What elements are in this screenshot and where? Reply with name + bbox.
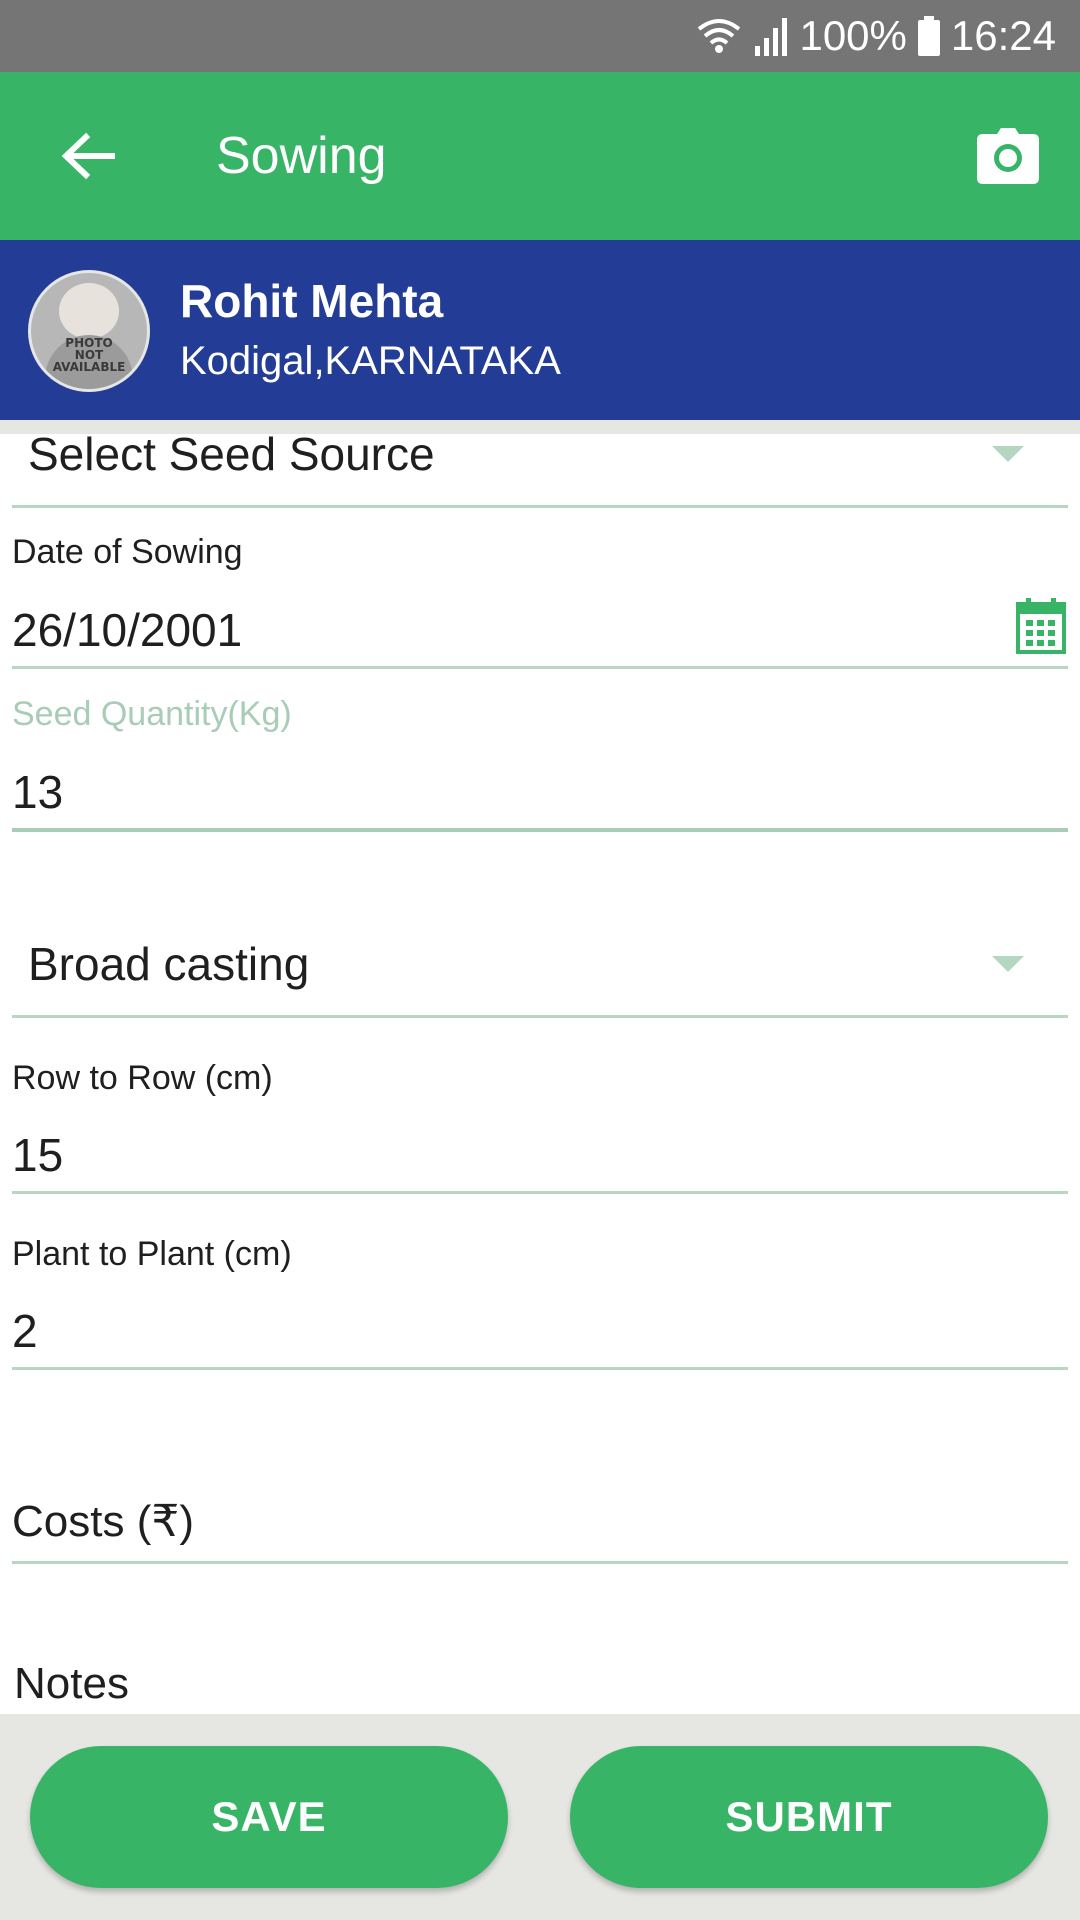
calendar-icon[interactable] [1016, 598, 1066, 654]
costs-field[interactable]: Costs (₹) [12, 1494, 194, 1550]
plant-to-plant-field[interactable]: 2 [12, 1303, 38, 1359]
avatar-placeholder-text: PHOTO NOT AVAILABLE [52, 336, 126, 374]
save-button[interactable]: SAVE [30, 1746, 508, 1888]
date-of-sowing-label: Date of Sowing [12, 533, 243, 571]
row-to-row-label: Row to Row (cm) [12, 1059, 273, 1097]
status-bar: 100% 16:24 [0, 0, 1080, 72]
app-bar: Sowing [0, 72, 1080, 240]
plant-to-plant-label: Plant to Plant (cm) [12, 1235, 292, 1273]
seed-source-value: Select Seed Source [28, 428, 435, 480]
farmer-profile: PHOTO NOT AVAILABLE Rohit Mehta Kodigal,… [0, 240, 1080, 420]
row-to-row-field[interactable]: 15 [12, 1127, 63, 1183]
date-of-sowing-field[interactable]: 26/10/2001 [12, 602, 242, 658]
seed-quantity-field[interactable]: 13 [12, 764, 63, 820]
seed-quantity-label: Seed Quantity(Kg) [12, 695, 292, 733]
wifi-icon [695, 15, 743, 57]
arrow-left-icon[interactable] [52, 120, 124, 192]
chevron-down-icon [992, 446, 1024, 462]
avatar: PHOTO NOT AVAILABLE [28, 270, 150, 392]
page-title: Sowing [216, 127, 387, 185]
action-bar: SAVE SUBMIT [0, 1714, 1080, 1920]
battery-icon [917, 16, 941, 56]
sowing-method-value: Broad casting [28, 938, 310, 990]
camera-icon[interactable] [968, 116, 1048, 196]
chevron-down-icon [992, 956, 1024, 972]
notes-field[interactable]: Notes [14, 1656, 129, 1712]
submit-button[interactable]: SUBMIT [570, 1746, 1048, 1888]
battery-percentage: 100% [799, 12, 907, 59]
signal-icon [753, 16, 789, 56]
clock: 16:24 [950, 12, 1056, 59]
farmer-name: Rohit Mehta [180, 275, 444, 327]
farmer-location: Kodigal,KARNATAKA [180, 339, 561, 383]
